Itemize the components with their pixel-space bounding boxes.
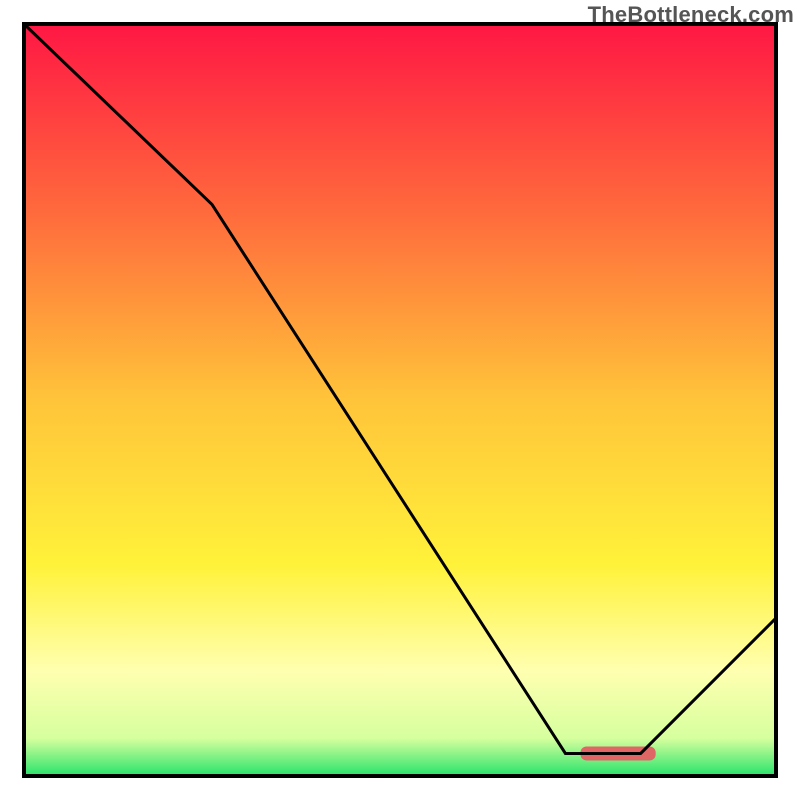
plot-background	[24, 24, 776, 776]
chart-svg	[0, 0, 800, 800]
bottleneck-chart: TheBottleneck.com	[0, 0, 800, 800]
watermark-text: TheBottleneck.com	[588, 2, 794, 28]
